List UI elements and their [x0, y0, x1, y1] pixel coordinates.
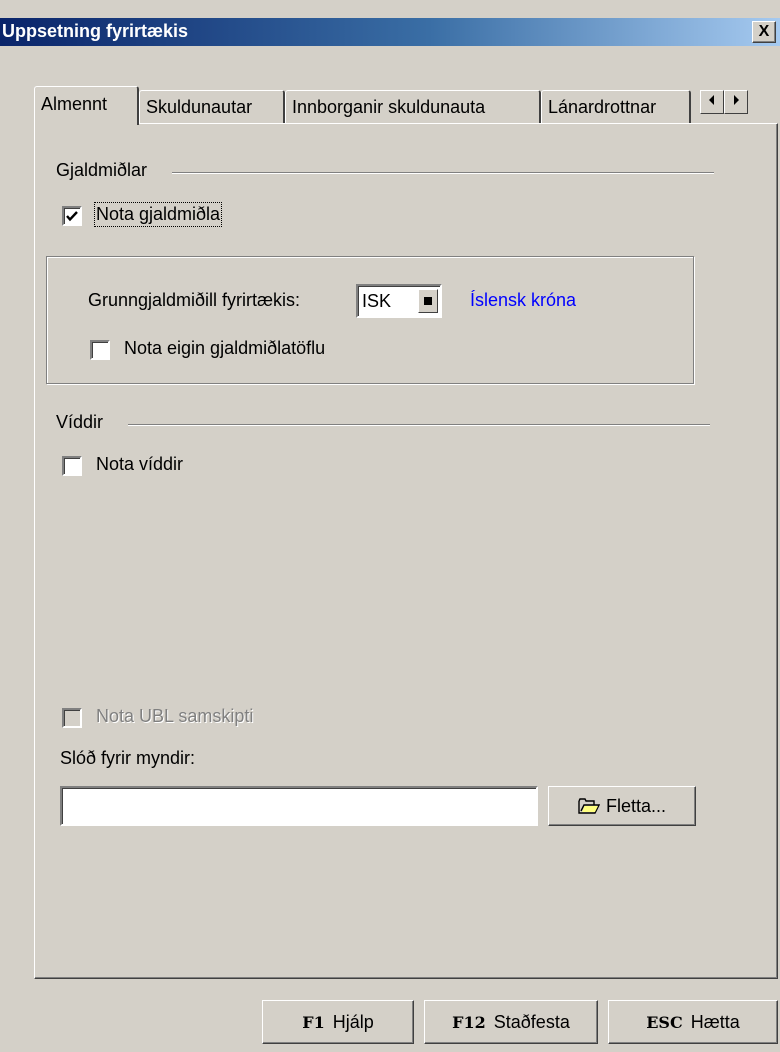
use-currency-checkbox[interactable]: [62, 206, 82, 226]
dropdown-icon: [424, 297, 432, 305]
tab-label: Innborganir skuldunauta: [292, 97, 486, 117]
tab-panel: [34, 123, 778, 979]
help-label: Hjálp: [332, 1012, 374, 1032]
image-path-label: Slóð fyrir myndir:: [60, 748, 196, 768]
dimensions-section-heading: Víddir: [56, 412, 104, 432]
help-key: F1: [302, 1013, 325, 1032]
folder-open-icon: [578, 798, 601, 814]
base-currency-name: Íslensk króna: [470, 290, 577, 310]
cancel-label: Hætta: [690, 1012, 740, 1032]
confirm-label: Staðfesta: [493, 1012, 570, 1032]
confirm-key: F12: [452, 1013, 486, 1032]
browse-button[interactable]: Fletta...: [548, 786, 696, 826]
tab-label: Lánardrottnar: [548, 97, 657, 117]
own-rate-table-label: Nota eigin gjaldmiðlatöflu: [124, 338, 326, 358]
tab-scroll-left-button[interactable]: [700, 90, 724, 114]
tab-lanardrottnar[interactable]: Lánardrottnar: [541, 90, 691, 123]
help-button[interactable]: F1 Hjálp: [262, 1000, 414, 1044]
tab-strip: Almennt Skuldunautar Innborganir skuldun…: [34, 86, 780, 125]
dropdown-button[interactable]: [418, 289, 438, 313]
use-dimensions-checkbox[interactable]: [62, 456, 82, 476]
check-icon: [66, 211, 78, 222]
title-bar: Uppsetning fyrirtækis X: [0, 18, 780, 46]
browse-label: Fletta...: [605, 796, 667, 816]
tab-skuldunautar[interactable]: Skuldunautar: [139, 90, 285, 123]
cancel-button[interactable]: ESC Hætta: [608, 1000, 778, 1044]
base-currency-label: Grunngjaldmiðill fyrirtækis:: [88, 290, 301, 310]
close-button[interactable]: X: [752, 21, 776, 43]
use-dimensions-label: Nota víddir: [96, 454, 184, 474]
currency-section-heading: Gjaldmiðlar: [56, 160, 148, 180]
use-ubl-checkbox: [62, 708, 82, 728]
use-ubl-label: Nota UBL samskipti: [96, 706, 254, 726]
currency-group-box: [46, 256, 694, 384]
close-icon: X: [758, 23, 770, 40]
section-divider: [172, 172, 714, 174]
base-currency-select[interactable]: ISK: [356, 284, 442, 318]
image-path-input[interactable]: [60, 786, 538, 826]
own-rate-table-checkbox[interactable]: [90, 340, 110, 360]
arrow-right-icon: [734, 95, 739, 105]
tab-almennt[interactable]: Almennt: [34, 86, 139, 125]
arrow-left-icon: [709, 95, 714, 105]
tab-innborganir[interactable]: Innborganir skuldunauta: [285, 90, 541, 123]
tab-label: Skuldunautar: [146, 97, 253, 117]
tab-label: Almennt: [41, 94, 108, 114]
section-divider: [128, 424, 710, 426]
window-title: Uppsetning fyrirtækis: [2, 21, 189, 41]
use-currency-label[interactable]: Nota gjaldmiðla: [93, 202, 223, 227]
base-currency-value: ISK: [362, 291, 392, 311]
cancel-key: ESC: [646, 1013, 683, 1032]
tab-scroll-right-button[interactable]: [724, 90, 748, 114]
confirm-button[interactable]: F12 Staðfesta: [424, 1000, 598, 1044]
